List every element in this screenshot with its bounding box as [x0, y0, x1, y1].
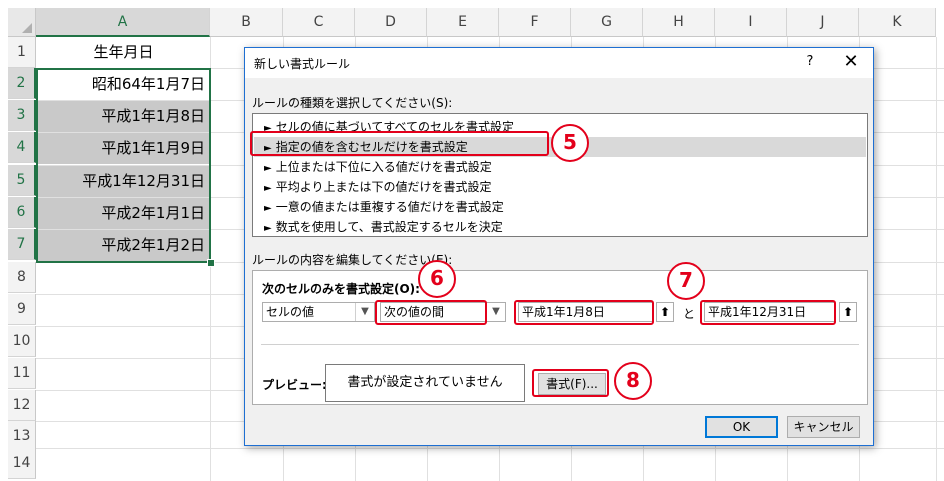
arrow-right-icon: ►: [264, 183, 272, 194]
rule-type-text: 平均より上または下の値だけを書式設定: [275, 180, 492, 194]
column-header-a[interactable]: A: [36, 8, 210, 37]
column-header-f[interactable]: F: [499, 8, 571, 37]
row-header-11[interactable]: 11: [8, 358, 36, 389]
column-header-h[interactable]: H: [643, 8, 715, 37]
column-header-j[interactable]: J: [787, 8, 859, 37]
range-select-icon[interactable]: ⬆: [839, 302, 857, 322]
highlight-value1: [514, 300, 654, 325]
row-header-5[interactable]: 5: [8, 165, 36, 196]
arrow-right-icon: ►: [264, 203, 272, 214]
chevron-down-icon[interactable]: ▼: [355, 303, 374, 321]
rule-type-text: 上位または下位に入る値だけを書式設定: [275, 160, 492, 174]
rule-type-text: 数式を使用して、書式設定するセルを決定: [275, 220, 503, 234]
chevron-down-icon[interactable]: ▼: [486, 303, 505, 321]
row-header-6[interactable]: 6: [8, 197, 36, 228]
highlight-value2: [700, 300, 836, 325]
row-header-7[interactable]: 7: [8, 229, 36, 260]
rule-type-item[interactable]: ► 数式を使用して、書式設定するセルを決定: [254, 217, 866, 237]
rule-type-label: ルールの種類を選択してください(S):: [252, 96, 453, 110]
row-header-10[interactable]: 10: [8, 326, 36, 357]
column-header-i[interactable]: I: [715, 8, 787, 37]
selection-range: [36, 68, 211, 263]
column-header-b[interactable]: B: [210, 8, 283, 37]
arrow-right-icon: ►: [264, 223, 272, 234]
step-badge-6: 6: [418, 260, 456, 298]
condition-type-select[interactable]: セルの値 ▼: [262, 302, 375, 322]
column-header-e[interactable]: E: [427, 8, 499, 37]
column-header-d[interactable]: D: [355, 8, 427, 37]
highlight-operator: [375, 300, 487, 325]
highlight-format-button: [532, 369, 609, 397]
row-header-2[interactable]: 2: [8, 68, 36, 99]
ok-button[interactable]: OK: [705, 416, 778, 438]
step-badge-5: 5: [551, 124, 589, 162]
dialog-title: 新しい書式ルール: [254, 57, 351, 71]
format-only-label: 次のセルのみを書式設定(O):: [262, 282, 420, 296]
cell-a1[interactable]: 生年月日: [37, 37, 210, 68]
rule-type-text: 一意の値または重複する値だけを書式設定: [275, 200, 504, 214]
select-all-corner[interactable]: [8, 8, 36, 37]
fill-handle[interactable]: [207, 259, 215, 267]
row-header-8[interactable]: 8: [8, 262, 36, 293]
close-icon[interactable]: ✕: [842, 51, 860, 72]
column-header-c[interactable]: C: [283, 8, 355, 37]
preview-box: 書式が設定されていません: [325, 364, 525, 402]
row-header-14[interactable]: 14: [8, 448, 36, 479]
step-badge-8: 8: [614, 362, 652, 400]
arrow-right-icon: ►: [264, 163, 272, 174]
rule-type-item[interactable]: ► 上位または下位に入る値だけを書式設定: [254, 157, 866, 177]
and-label: と: [683, 307, 696, 321]
grid-line: [36, 448, 944, 449]
row-header-4[interactable]: 4: [8, 132, 36, 163]
grid-line: [936, 37, 937, 481]
step-badge-7: 7: [667, 262, 705, 300]
rule-type-item[interactable]: ► 一意の値または重複する値だけを書式設定: [254, 197, 866, 217]
preview-label: プレビュー:: [262, 378, 327, 392]
cancel-button[interactable]: キャンセル: [787, 416, 860, 438]
highlight-rule-type: [250, 131, 549, 156]
range-select-icon[interactable]: ⬆: [656, 302, 674, 322]
row-header-1[interactable]: 1: [8, 37, 36, 68]
row-header-3[interactable]: 3: [8, 100, 36, 131]
dialog-titlebar[interactable]: 新しい書式ルール ? ✕: [245, 48, 873, 78]
row-header-9[interactable]: 9: [8, 294, 36, 325]
row-header-12[interactable]: 12: [8, 390, 36, 421]
help-button[interactable]: ?: [802, 54, 818, 69]
divider: [261, 344, 859, 345]
column-header-k[interactable]: K: [859, 8, 936, 37]
condition-type-value: セルの値: [266, 305, 315, 319]
rule-type-item[interactable]: ► 平均より上または下の値だけを書式設定: [254, 177, 866, 197]
column-header-g[interactable]: G: [571, 8, 643, 37]
